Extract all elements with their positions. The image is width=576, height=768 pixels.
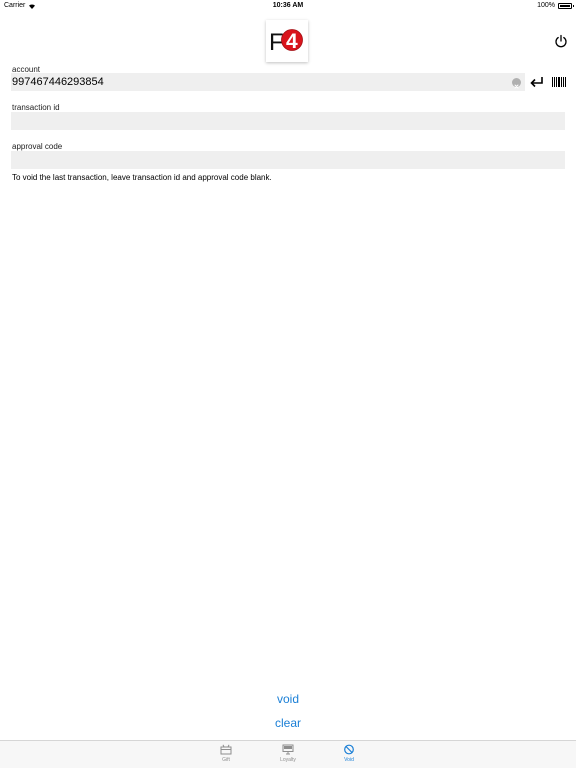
account-input[interactable] [11,73,525,91]
tab-gift-label: Gift [222,757,230,763]
battery-fill [560,4,570,7]
enter-button[interactable] [529,75,545,89]
transaction-id-input[interactable] [11,112,565,130]
battery-icon [558,2,574,9]
tab-loyalty[interactable]: Loyalty [273,744,303,763]
monitor-icon [282,744,294,755]
clear-button[interactable]: clear [0,716,576,730]
approval-code-input[interactable] [11,151,565,169]
gift-card-icon [220,744,232,755]
approval-code-label: approval code [12,142,63,151]
app-logo: F 4 [266,20,308,62]
f4-logo-icon: F 4 [269,29,303,56]
battery-percent: 100% [537,2,555,9]
close-icon [514,84,519,89]
tab-void-label: Void [344,757,354,763]
svg-text:4: 4 [286,30,298,53]
tab-void[interactable]: Void [334,744,364,763]
barcode-scan-button[interactable] [552,77,566,87]
status-bar: Carrier 10:36 AM 100% [0,0,576,12]
tab-loyalty-label: Loyalty [280,757,296,763]
power-button[interactable] [553,33,569,49]
return-arrow-icon [530,77,543,88]
power-icon [555,34,567,48]
status-right: 100% [537,2,574,9]
tab-gift[interactable]: Gift [211,744,241,763]
status-time: 10:36 AM [272,2,304,9]
tab-bar: Gift Loyalty Void [0,740,576,768]
transaction-id-label: transaction id [12,103,60,112]
no-entry-icon [344,744,354,755]
void-button[interactable]: void [0,692,576,706]
clear-field-icon[interactable] [512,78,521,89]
void-hint-text: To void the last transaction, leave tran… [12,173,272,182]
